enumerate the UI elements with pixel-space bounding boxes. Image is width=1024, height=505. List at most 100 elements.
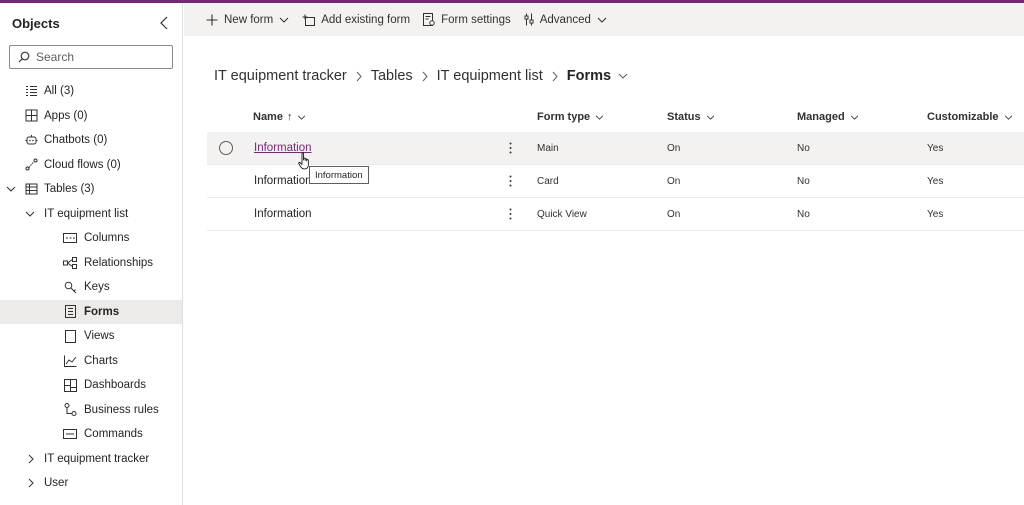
column-header-managed[interactable]: Managed: [797, 102, 859, 132]
breadcrumb-it-equipment-tracker[interactable]: IT equipment tracker: [214, 68, 347, 84]
column-header-status[interactable]: Status: [667, 102, 715, 132]
collapse-sidebar-button[interactable]: [156, 15, 172, 31]
form-settings-button[interactable]: Form settings: [423, 13, 511, 26]
tree-item-label: Forms: [84, 305, 120, 318]
customizable-cell: Yes: [927, 208, 944, 220]
tree-item-keys[interactable]: Keys: [0, 275, 182, 300]
tree-item-label: Dashboards: [84, 379, 147, 392]
breadcrumb-it-equipment-list[interactable]: IT equipment list: [437, 68, 543, 84]
chevron-right-icon[interactable]: [26, 478, 36, 488]
chevron-down-icon: [1004, 115, 1012, 120]
tree-item-label: IT equipment tracker: [44, 452, 150, 465]
tree-item-label: Columns: [84, 232, 130, 245]
breadcrumb-forms[interactable]: Forms: [567, 68, 611, 84]
tree-item-label: Views: [84, 330, 115, 343]
view-icon: [63, 329, 77, 343]
tree-item-label: User: [44, 477, 69, 490]
relationship-icon: [63, 256, 77, 270]
more-options-icon[interactable]: [506, 140, 514, 156]
table-icon: [24, 182, 38, 196]
table-row[interactable]: Information Quick View On No Yes: [207, 198, 1024, 231]
column-header-name[interactable]: Name ↑: [253, 102, 306, 132]
tree-item-label: Apps: [44, 109, 71, 122]
tree-item-label: IT equipment list: [44, 207, 129, 220]
tree-item-it-equipment-tracker[interactable]: IT equipment tracker: [0, 447, 182, 472]
object-tree: All (3) Apps (0) Chatbots (0) Cloud flow…: [0, 79, 182, 496]
add-existing-form-label: Add existing form: [321, 13, 411, 26]
status-cell: On: [667, 175, 681, 187]
dashboard-icon: [63, 378, 77, 392]
chevron-right-icon: [356, 71, 362, 82]
command-bar: New form Add existing form Form settings…: [184, 3, 1024, 36]
customizable-cell: Yes: [927, 175, 944, 187]
tree-item-forms[interactable]: Forms: [0, 299, 182, 324]
tree-item-tables[interactable]: Tables (3): [0, 177, 182, 202]
chevron-down-icon[interactable]: [597, 17, 607, 23]
chevron-down-icon[interactable]: [618, 73, 628, 79]
tree-item-label: Tables: [44, 183, 78, 196]
form-type-cell: Main: [537, 142, 559, 154]
more-options-icon[interactable]: [506, 173, 514, 189]
chevron-right-icon: [552, 71, 558, 82]
chevron-down-icon: [596, 115, 604, 120]
tree-item-chatbots[interactable]: Chatbots (0): [0, 128, 182, 153]
tree-item-label: Business rules: [84, 403, 159, 416]
chevron-down-icon[interactable]: [6, 184, 16, 194]
tree-item-user[interactable]: User: [0, 471, 182, 496]
tree-item-cloud-flows[interactable]: Cloud flows (0): [0, 153, 182, 178]
form-settings-icon: [423, 13, 435, 26]
table-row[interactable]: Information Main On No Yes: [207, 132, 1024, 165]
chevron-down-icon: [850, 115, 858, 120]
column-header-label: Form type: [537, 111, 591, 123]
chevron-right-icon[interactable]: [26, 454, 36, 464]
tree-item-all[interactable]: All (3): [0, 79, 182, 104]
tree-item-label: Commands: [84, 428, 143, 441]
more-options-icon[interactable]: [506, 206, 514, 222]
tree-item-apps[interactable]: Apps (0): [0, 104, 182, 129]
columns-icon: [63, 231, 77, 245]
add-existing-form-button[interactable]: Add existing form: [302, 14, 410, 26]
sidebar-header: Objects: [12, 13, 172, 33]
chevron-right-icon: [422, 71, 428, 82]
breadcrumb: IT equipment tracker Tables IT equipment…: [214, 66, 628, 86]
tree-item-charts[interactable]: Charts: [0, 349, 182, 374]
managed-cell: No: [797, 208, 810, 220]
breadcrumb-tables[interactable]: Tables: [371, 68, 413, 84]
name-tooltip: Information: [309, 166, 369, 184]
tree-item-views[interactable]: Views: [0, 324, 182, 349]
business-rule-icon: [63, 403, 77, 417]
new-form-label: New form: [224, 13, 274, 26]
form-name-cell[interactable]: Information: [254, 198, 312, 230]
form-settings-label: Form settings: [441, 13, 511, 26]
new-form-button[interactable]: New form: [206, 14, 289, 26]
tree-item-count: (0): [73, 109, 88, 122]
tree-item-count: (0): [106, 158, 121, 171]
column-header-customizable[interactable]: Customizable: [927, 102, 1013, 132]
search-box[interactable]: [9, 45, 173, 69]
tree-item-label: Charts: [84, 354, 118, 367]
tree-item-dashboards[interactable]: Dashboards: [0, 373, 182, 398]
managed-cell: No: [797, 175, 810, 187]
tree-item-columns[interactable]: Columns: [0, 226, 182, 251]
apps-icon: [24, 109, 38, 123]
tree-item-business-rules[interactable]: Business rules: [0, 398, 182, 423]
tree-item-commands[interactable]: Commands: [0, 422, 182, 447]
tree-item-count: (0): [93, 134, 108, 147]
sidebar-title: Objects: [12, 15, 60, 31]
tree-item-label: All: [44, 85, 57, 98]
tree-item-count: (3): [59, 85, 75, 98]
search-icon: [18, 51, 30, 63]
search-input[interactable]: [36, 50, 166, 64]
chevron-down-icon[interactable]: [25, 209, 35, 219]
chevron-down-icon: [706, 115, 714, 120]
chevron-down-icon[interactable]: [279, 17, 289, 23]
tree-item-relationships[interactable]: Relationships: [0, 251, 182, 276]
tree-item-it-equipment-list[interactable]: IT equipment list: [0, 202, 182, 227]
objects-sidebar: Objects All (3) Apps (0) Chatbots (0) Cl…: [0, 3, 183, 505]
form-icon: [63, 305, 77, 319]
row-select-radio[interactable]: [219, 141, 233, 155]
advanced-button[interactable]: Advanced: [524, 13, 607, 26]
column-header-label: Managed: [797, 111, 845, 123]
tree-item-label: Cloud flows: [44, 158, 104, 171]
column-header-form-type[interactable]: Form type: [537, 102, 604, 132]
